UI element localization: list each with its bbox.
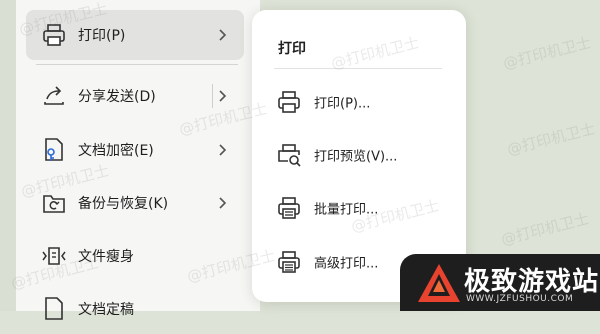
submenu-item-print[interactable]: 打印(P)...: [268, 82, 450, 122]
menu-item-label: 文档定稿: [78, 302, 134, 318]
chevron-right-icon: [219, 29, 227, 41]
menu-divider: [36, 64, 238, 65]
submenu-divider: [274, 68, 442, 69]
batch-print-icon: [278, 197, 300, 219]
share-icon: [44, 86, 64, 105]
menu-item-print[interactable]: 打印(P): [26, 10, 244, 60]
left-edge-panel: [0, 0, 16, 311]
file-menu: 打印(P) 分享发送(D) 文档加密(E) 备份与恢复(K) 文件瘦身 文档定稿: [16, 0, 260, 320]
chevron-right-icon: [219, 144, 227, 156]
submenu-item-label: 批量打印...: [314, 202, 379, 218]
advanced-print-icon: [278, 251, 300, 273]
submenu-item-label: 打印预览(V)...: [314, 149, 398, 165]
submenu-item-print-preview[interactable]: 打印预览(V)...: [268, 135, 450, 175]
submenu-item-label: 高级打印...: [314, 256, 379, 272]
site-logo: 极致游戏站 WWW.JZFUSHOU.COM: [400, 254, 600, 311]
menu-item-label: 文件瘦身: [78, 249, 134, 265]
lock-document-icon: [45, 138, 63, 161]
logo-title: 极致游戏站: [464, 267, 600, 297]
printer-icon: [278, 91, 300, 113]
menu-item-label: 文档加密(E): [78, 143, 154, 159]
logo-mark-icon: [418, 264, 460, 302]
logo-url: WWW.JZFUSHOU.COM: [466, 294, 574, 304]
menu-item-label: 打印(P): [78, 28, 126, 44]
chevron-right-icon: [219, 197, 227, 209]
finalize-document-icon: [45, 297, 63, 320]
menu-item-slim-file[interactable]: 文件瘦身: [26, 231, 244, 281]
menu-item-label: 备份与恢复(K): [78, 196, 169, 212]
menu-item-finalize[interactable]: 文档定稿: [26, 284, 244, 334]
slim-file-icon: [42, 247, 66, 265]
menu-item-label: 分享发送(D): [78, 89, 156, 105]
split-divider: [212, 84, 213, 108]
print-preview-icon: [278, 144, 301, 167]
menu-item-encrypt[interactable]: 文档加密(E): [26, 125, 244, 175]
printer-icon: [43, 24, 65, 46]
chevron-right-icon: [219, 90, 227, 102]
submenu-item-batch-print[interactable]: 批量打印...: [268, 188, 450, 228]
submenu-title: 打印: [278, 41, 306, 57]
backup-folder-icon: [43, 195, 65, 213]
menu-item-backup[interactable]: 备份与恢复(K): [26, 178, 244, 228]
submenu-item-label: 打印(P)...: [314, 96, 371, 112]
